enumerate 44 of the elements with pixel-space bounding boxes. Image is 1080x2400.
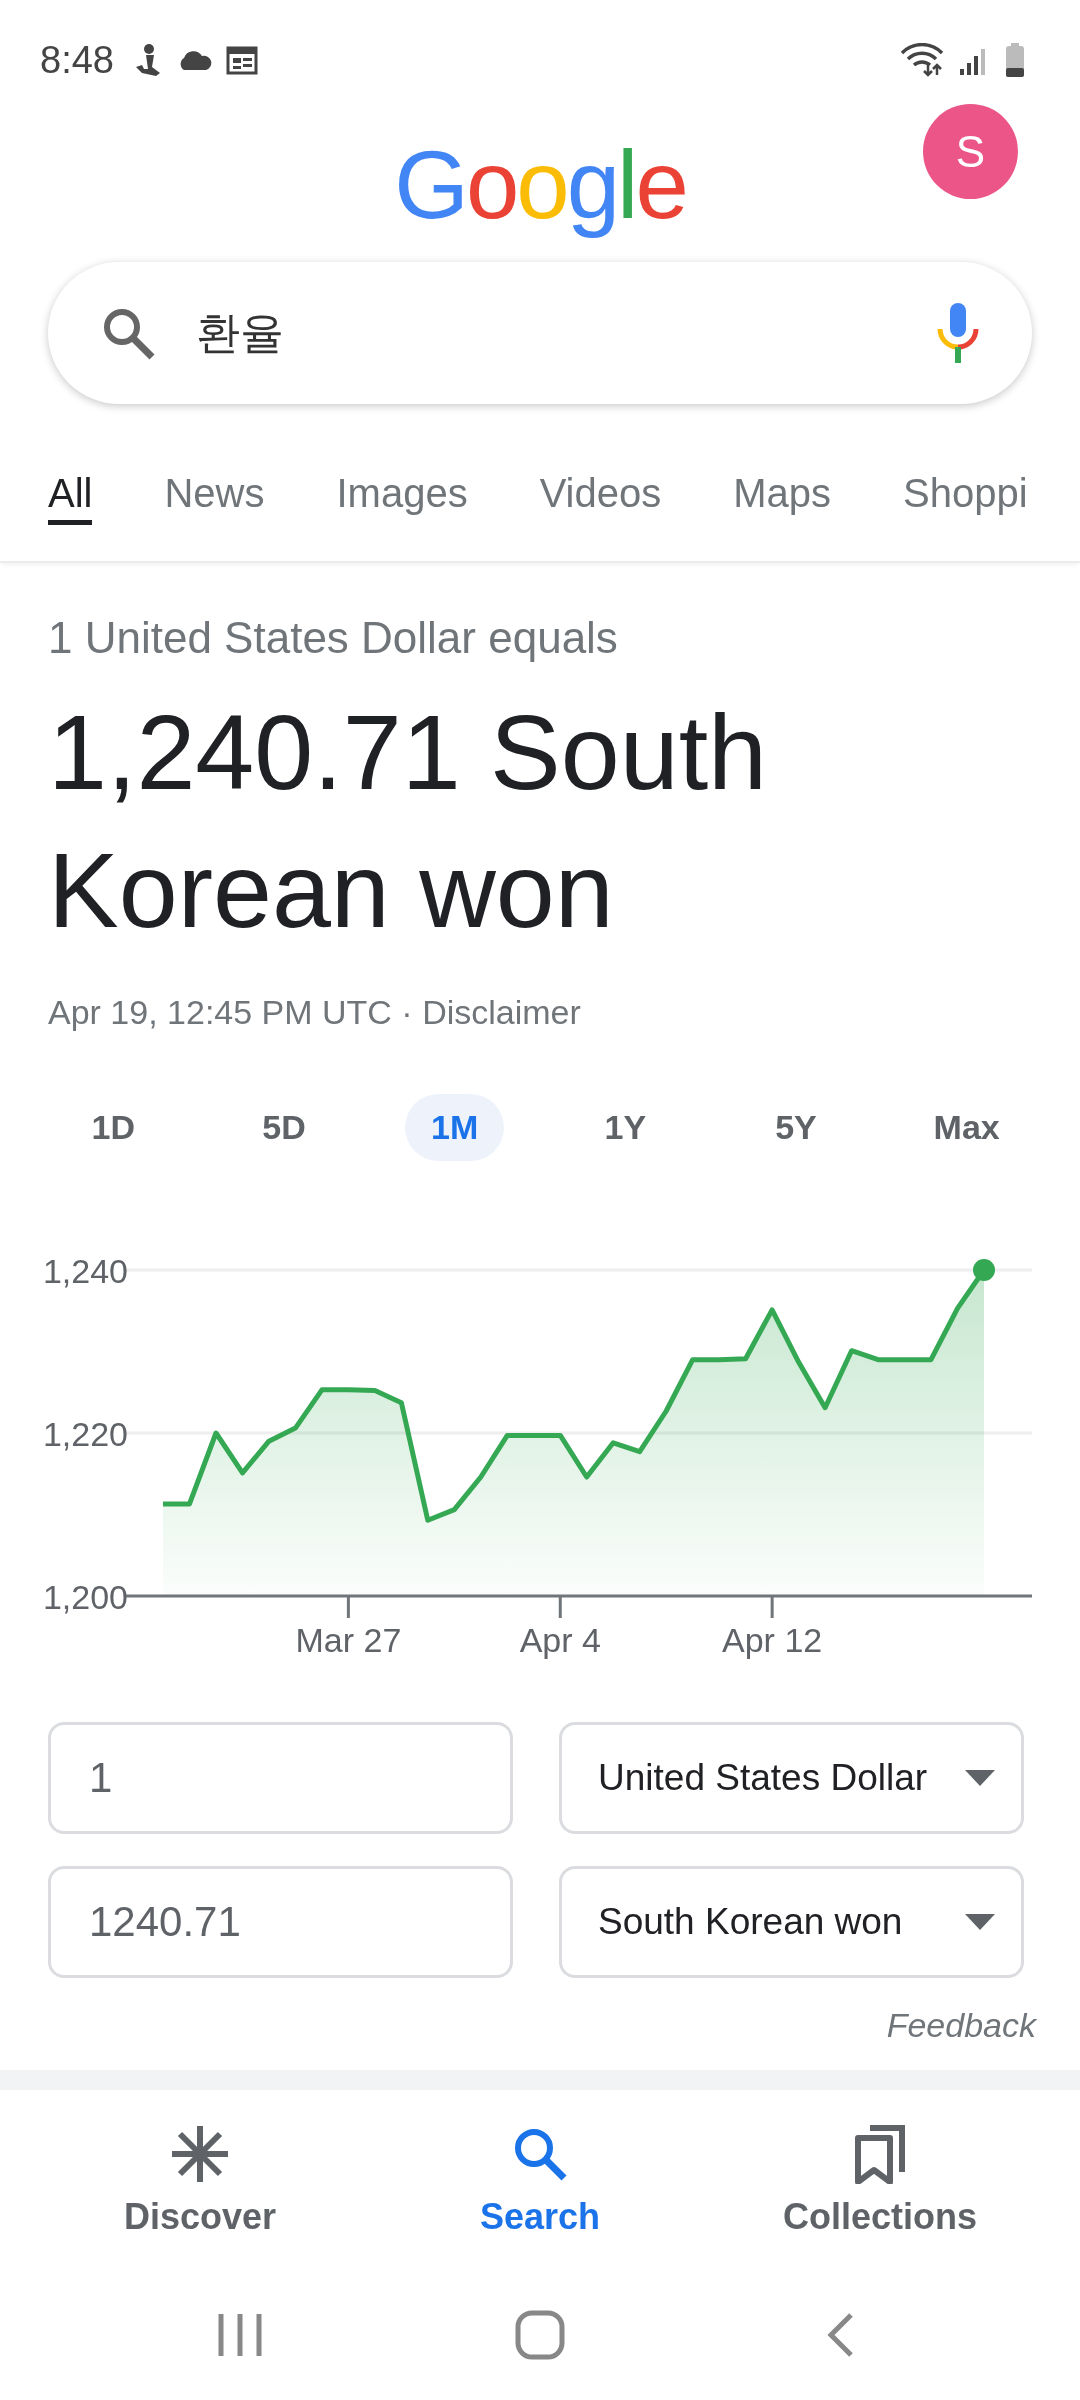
dropdown-caret-icon [963, 1768, 997, 1788]
axis-label: 1,240 [42, 1252, 128, 1290]
filter-tab[interactable]: All [48, 472, 93, 525]
home-icon[interactable] [515, 2310, 565, 2360]
disclaimer-link[interactable]: Disclaimer [422, 993, 581, 1031]
search-field[interactable]: 환율 [48, 262, 1032, 404]
range-tab[interactable]: 1D [65, 1094, 162, 1161]
axis-label: 1,220 [42, 1415, 128, 1453]
wifi-icon [900, 43, 944, 77]
axis-label: Mar 27 [295, 1621, 402, 1659]
filter-tab[interactable]: Shoppi [903, 472, 1028, 525]
filter-tab[interactable]: Maps [733, 472, 832, 525]
back-icon[interactable] [825, 2312, 855, 2358]
clock-time: 8:48 [40, 38, 114, 82]
nav-tab[interactable]: Search [479, 2124, 601, 2270]
conversion-result: 1,240.71 South Korean won [48, 692, 769, 951]
range-tab[interactable]: 1M [405, 1094, 505, 1161]
filter-tab[interactable]: Videos [539, 472, 662, 525]
google-logo: Google [393, 129, 687, 240]
currency-dropdown[interactable]: South Korean won [559, 1866, 1024, 1978]
nav-tab[interactable]: Discover [123, 2124, 277, 2270]
range-tab[interactable]: 1Y [578, 1094, 673, 1161]
avatar[interactable]: S [923, 104, 1018, 199]
dropdown-caret-icon [963, 1912, 997, 1932]
nav-tab[interactable]: Collections [783, 2124, 977, 2270]
range-tab[interactable]: 5D [236, 1094, 332, 1161]
axis-label: 1,200 [42, 1578, 128, 1616]
range-tab[interactable]: 5Y [749, 1094, 843, 1161]
timestamp-text: Apr 19, 12:45 PM UTC · Disclaimer [48, 993, 582, 1032]
currency-dropdown[interactable]: United States Dollar [559, 1722, 1024, 1834]
filter-tab[interactable]: Images [336, 472, 468, 525]
feedback-link[interactable]: Feedback [48, 2006, 1036, 2045]
range-tab[interactable]: Max [907, 1094, 1026, 1161]
battery-icon [1004, 42, 1026, 78]
axis-label: Apr 4 [519, 1621, 601, 1659]
end-point-marker [973, 1259, 995, 1281]
axis-label: Apr 12 [722, 1621, 823, 1659]
amount-field[interactable]: 1240.71 [48, 1866, 513, 1978]
filter-tab[interactable]: News [164, 472, 265, 525]
calendar-icon [225, 45, 258, 75]
conversion-caption: 1 United States Dollar equals [48, 613, 619, 663]
recent-apps-icon[interactable] [217, 2312, 263, 2358]
amount-field[interactable]: 1 [48, 1722, 513, 1834]
asterisk-icon [170, 2124, 230, 2184]
